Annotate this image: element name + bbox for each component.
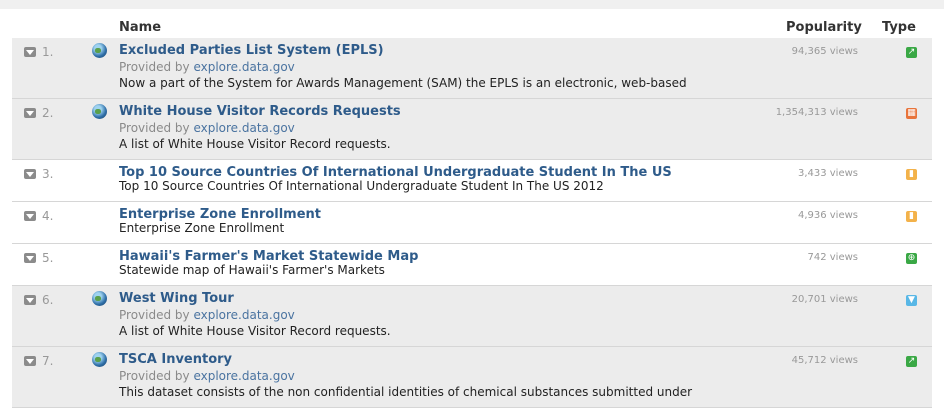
dataset-description: A list of White House Visitor Record req… xyxy=(119,324,391,338)
top-bar xyxy=(0,0,944,9)
dataset-title-link[interactable]: TSCA Inventory xyxy=(119,352,232,367)
expand-toggle-icon[interactable] xyxy=(24,169,36,179)
table-row: 1. Excluded Parties List System (EPLS) P… xyxy=(12,38,932,99)
table-row: 4. Enterprise Zone Enrollment Enterprise… xyxy=(12,202,932,244)
view-count: 94,365 views xyxy=(791,46,858,57)
expand-toggle-icon[interactable] xyxy=(24,47,36,57)
view-count: 4,936 views xyxy=(797,210,858,221)
view-count: 1,354,313 views xyxy=(775,107,858,118)
table-row: 7. TSCA Inventory Provided by explore.da… xyxy=(12,347,932,408)
table-header: Name Popularity Type xyxy=(12,18,932,38)
provided-by-label: Provided by xyxy=(119,121,194,135)
row-number: 6. xyxy=(42,293,54,307)
row-number: 2. xyxy=(42,106,54,120)
table-icon[interactable]: ▦ xyxy=(906,108,917,119)
dataset-title-link[interactable]: White House Visitor Records Requests xyxy=(119,104,401,119)
dataset-description: Enterprise Zone Enrollment xyxy=(119,221,285,235)
dataset-title-link[interactable]: Top 10 Source Countries Of International… xyxy=(119,165,672,180)
view-count: 742 views xyxy=(807,252,858,263)
dataset-description: Now a part of the System for Awards Mana… xyxy=(119,76,687,90)
expand-toggle-icon[interactable] xyxy=(24,253,36,263)
bar-chart-icon[interactable]: ▮ xyxy=(906,211,917,222)
globe-icon xyxy=(92,352,107,367)
provided-by: Provided by explore.data.gov xyxy=(119,369,295,383)
provided-by: Provided by explore.data.gov xyxy=(119,121,295,135)
row-number: 7. xyxy=(42,354,54,368)
table-row: 3. Top 10 Source Countries Of Internatio… xyxy=(12,160,932,202)
row-number: 1. xyxy=(42,45,54,59)
dataset-title-link[interactable]: Enterprise Zone Enrollment xyxy=(119,207,321,222)
view-count: 20,701 views xyxy=(791,294,858,305)
row-number: 5. xyxy=(42,251,54,265)
globe-icon xyxy=(92,43,107,58)
provided-by-label: Provided by xyxy=(119,60,194,74)
bar-chart-icon[interactable]: ▮ xyxy=(906,169,917,180)
expand-toggle-icon[interactable] xyxy=(24,356,36,366)
map-icon[interactable]: ⊕ xyxy=(906,253,917,264)
dataset-description: Top 10 Source Countries Of International… xyxy=(119,179,604,193)
row-number: 3. xyxy=(42,167,54,181)
dataset-description: A list of White House Visitor Record req… xyxy=(119,137,391,151)
provider-link[interactable]: explore.data.gov xyxy=(193,121,294,135)
view-count: 3,433 views xyxy=(797,168,858,179)
provided-by: Provided by explore.data.gov xyxy=(119,60,295,74)
dataset-title-link[interactable]: West Wing Tour xyxy=(119,291,234,306)
globe-icon xyxy=(92,291,107,306)
provided-by-label: Provided by xyxy=(119,369,194,383)
column-header-name[interactable]: Name xyxy=(119,20,161,35)
dataset-description: Statewide map of Hawaii's Farmer's Marke… xyxy=(119,263,385,277)
column-header-type[interactable]: Type xyxy=(882,20,916,35)
expand-toggle-icon[interactable] xyxy=(24,295,36,305)
expand-toggle-icon[interactable] xyxy=(24,108,36,118)
external-link-icon[interactable]: ↗ xyxy=(906,47,917,58)
table-row: 2. White House Visitor Records Requests … xyxy=(12,99,932,160)
provider-link[interactable]: explore.data.gov xyxy=(193,369,294,383)
provided-by: Provided by explore.data.gov xyxy=(119,308,295,322)
dataset-rows: 1. Excluded Parties List System (EPLS) P… xyxy=(12,38,932,408)
expand-toggle-icon[interactable] xyxy=(24,211,36,221)
provided-by-label: Provided by xyxy=(119,308,194,322)
globe-icon xyxy=(92,104,107,119)
provider-link[interactable]: explore.data.gov xyxy=(193,308,294,322)
column-header-popularity[interactable]: Popularity xyxy=(786,20,862,35)
filter-icon[interactable]: ▼ xyxy=(906,295,917,306)
dataset-list-page: Name Popularity Type 1. Excluded Parties… xyxy=(0,0,944,408)
dataset-description: This dataset consists of the non confide… xyxy=(119,385,693,399)
dataset-title-link[interactable]: Hawaii's Farmer's Market Statewide Map xyxy=(119,249,418,264)
table-row: 6. West Wing Tour Provided by explore.da… xyxy=(12,286,932,347)
view-count: 45,712 views xyxy=(791,355,858,366)
table-row: 5. Hawaii's Farmer's Market Statewide Ma… xyxy=(12,244,932,286)
provider-link[interactable]: explore.data.gov xyxy=(193,60,294,74)
dataset-title-link[interactable]: Excluded Parties List System (EPLS) xyxy=(119,43,384,58)
row-number: 4. xyxy=(42,209,54,223)
external-link-icon[interactable]: ↗ xyxy=(906,356,917,367)
